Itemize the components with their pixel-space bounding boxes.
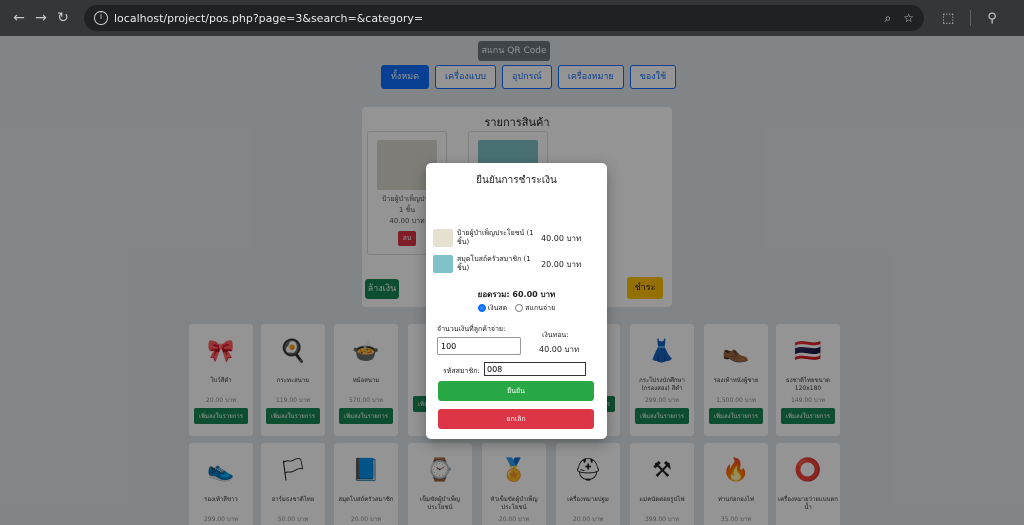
browser-toolbar: ← → ↻ i localhost/project/pos.php?page=3… — [0, 0, 1024, 36]
item-price: 20.00 บาท — [541, 259, 582, 269]
amount-paid-input[interactable] — [437, 337, 521, 355]
radio-checked-icon[interactable] — [477, 304, 486, 312]
toolbar-divider — [970, 10, 972, 26]
member-id-input[interactable] — [484, 362, 586, 376]
payment-method: เงินสด สแกนจ่าย — [426, 303, 607, 314]
amount-paid-label: จำนวนเงินที่ลูกค้าจ่าย: — [437, 325, 506, 333]
site-info-icon[interactable]: i — [94, 11, 108, 25]
pay-cash-option[interactable]: เงินสด — [477, 303, 508, 314]
zoom-icon[interactable]: ⌕ — [885, 11, 892, 26]
url-text[interactable]: localhost/project/pos.php?page=3&search=… — [114, 12, 873, 25]
cancel-button[interactable]: ยกเลิก — [438, 409, 594, 429]
modal-title: ยืนยันการชำระเงิน — [476, 175, 557, 186]
pay-cash-label: เงินสด — [487, 304, 508, 312]
item-thumbnail — [433, 229, 453, 247]
back-icon[interactable]: ← — [8, 10, 30, 26]
change-value: 40.00 บาท — [539, 345, 580, 354]
bookmark-star-icon[interactable]: ☆ — [903, 11, 914, 25]
item-name: ป้ายผู้บำเพ็ญประโยชน์ (1 ชิ้น) — [457, 229, 534, 246]
reload-icon[interactable]: ↻ — [52, 10, 74, 26]
forward-icon[interactable]: → — [30, 10, 52, 26]
payment-modal: ยืนยันการชำระเงิน ป้ายผู้บำเพ็ญประโยชน์ … — [426, 163, 607, 439]
pos-page: สแกน QR Code ทั้งหมด เครื่องแบบ อุปกรณ์ เคร… — [0, 36, 1024, 525]
item-thumbnail — [433, 255, 453, 273]
modal-item: ป้ายผู้บำเพ็ญประโยชน์ (1 ชิ้น) 40.00 บาท — [433, 227, 603, 249]
total-amount: ยอดรวม: 60.00 บาท — [477, 290, 556, 299]
address-bar[interactable]: i localhost/project/pos.php?page=3&searc… — [84, 5, 924, 31]
item-price: 40.00 บาท — [541, 233, 582, 243]
pay-transfer-label: สแกนจ่าย — [525, 304, 556, 312]
member-id-label: รหัสสมาชิก: — [443, 367, 480, 375]
change-label: เงินทอน: — [542, 331, 569, 339]
pay-transfer-option[interactable]: สแกนจ่าย — [515, 303, 555, 314]
item-name: สมุดโบสถ์ครัวสมาชิก (1 ชิ้น) — [457, 255, 531, 272]
confirm-button[interactable]: ยืนยัน — [438, 381, 594, 401]
radio-unchecked-icon[interactable] — [515, 304, 524, 312]
extensions-icon[interactable]: ⬚ — [942, 11, 954, 26]
profile-icon[interactable]: ⚲ — [987, 11, 997, 26]
modal-item: สมุดโบสถ์ครัวสมาชิก (1 ชิ้น) 20.00 บาท — [433, 253, 603, 275]
